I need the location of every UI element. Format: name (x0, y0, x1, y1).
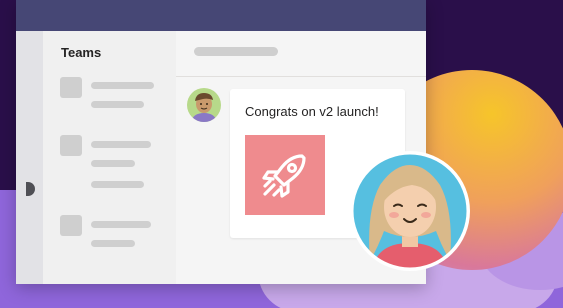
team-icon (60, 215, 82, 236)
team-item[interactable] (60, 77, 170, 137)
message-text: Congrats on v2 launch! (245, 104, 379, 119)
team-name-placeholder (91, 141, 151, 148)
chat-title-placeholder (194, 47, 278, 56)
channel-placeholder (91, 240, 135, 247)
male-avatar-icon[interactable] (187, 88, 221, 122)
chat-header (176, 31, 426, 77)
channel-placeholder (91, 101, 144, 108)
team-name-placeholder (91, 82, 154, 89)
title-bar (16, 0, 426, 31)
app-rail (16, 31, 43, 284)
channel-placeholder (91, 181, 144, 188)
team-item[interactable] (60, 135, 170, 195)
rocket-icon[interactable] (245, 135, 325, 215)
rail-handle[interactable] (26, 182, 35, 196)
sidebar-title: Teams (61, 45, 102, 60)
female-avatar-icon[interactable] (350, 151, 470, 271)
illustration-stage: Teams Congrats on v2 launch! (0, 0, 563, 308)
channel-placeholder (91, 160, 135, 167)
teams-sidebar: Teams (43, 31, 176, 284)
team-icon (60, 77, 82, 98)
team-icon (60, 135, 82, 156)
team-item[interactable] (60, 215, 170, 275)
team-name-placeholder (91, 221, 151, 228)
